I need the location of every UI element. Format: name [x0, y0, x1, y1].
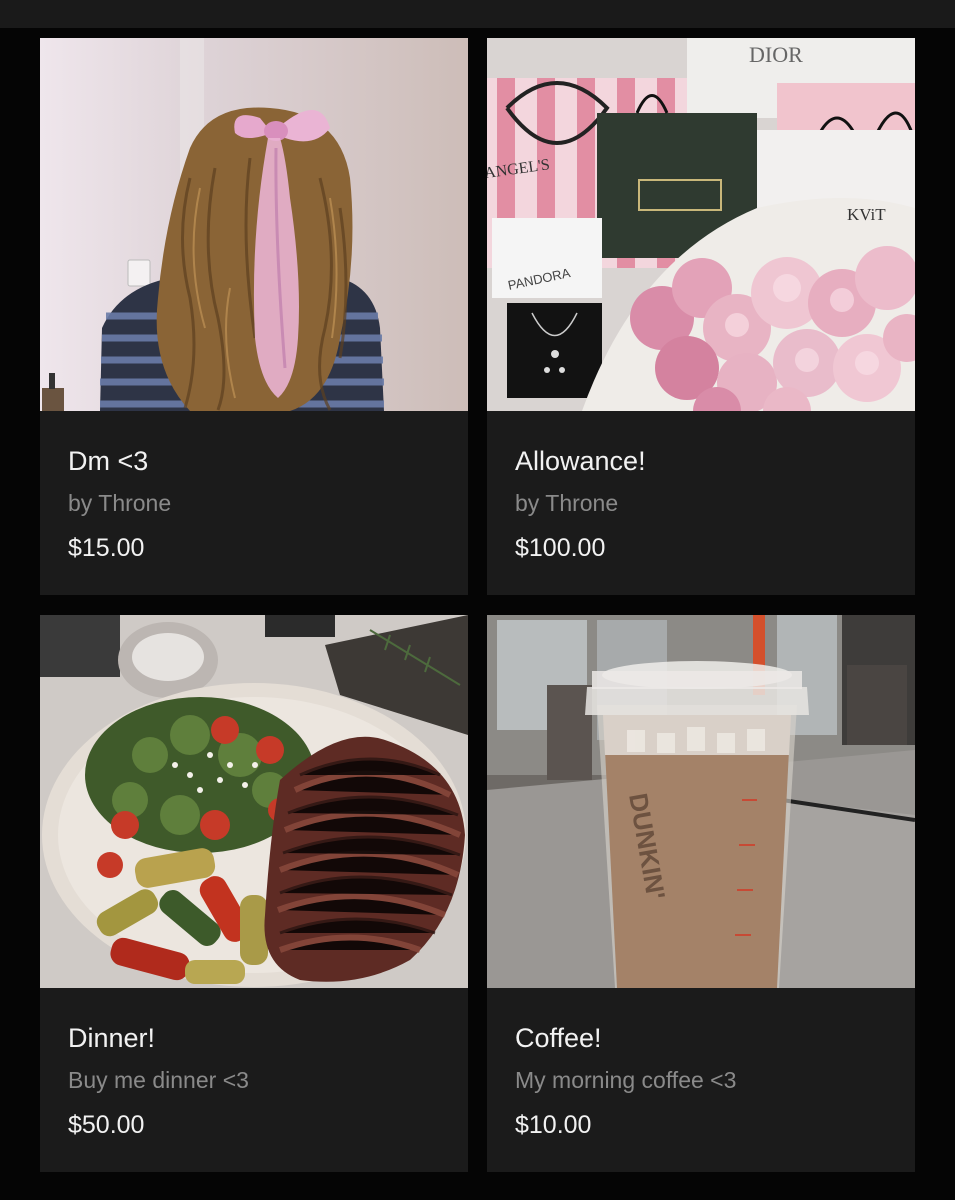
product-price: $100.00: [515, 534, 606, 562]
product-title: Dm <3: [68, 446, 149, 476]
top-bar: [0, 0, 955, 28]
product-subtitle: Buy me dinner <3: [68, 1067, 249, 1093]
product-info: Dinner! Buy me dinner <3 $50.00: [40, 988, 468, 1172]
product-price: $10.00: [515, 1111, 592, 1139]
product-price: $50.00: [68, 1111, 145, 1139]
product-card-coffee[interactable]: DUNKIN' Coffee! My morning coffee <3 $10…: [487, 615, 915, 1172]
product-title: Coffee!: [515, 1023, 602, 1053]
product-price: $15.00: [68, 534, 145, 562]
product-image-hair-bow: [40, 38, 468, 411]
product-card-allowance[interactable]: DIOR ANGEL'S PANDORA KViT Allowance! by …: [487, 38, 915, 595]
product-subtitle: by Throne: [68, 490, 172, 516]
product-image-shopping-bags: DIOR ANGEL'S PANDORA KViT: [487, 38, 915, 411]
kvit-label: KViT: [847, 205, 886, 224]
product-card-dm[interactable]: Dm <3 by Throne $15.00: [40, 38, 468, 595]
product-info: Allowance! by Throne $100.00: [487, 411, 915, 595]
product-card-dinner[interactable]: Dinner! Buy me dinner <3 $50.00: [40, 615, 468, 1172]
product-image-iced-coffee: DUNKIN': [487, 615, 915, 988]
product-title: Dinner!: [68, 1023, 156, 1053]
product-image-steak-dinner: [40, 615, 468, 988]
product-subtitle: My morning coffee <3: [515, 1067, 737, 1093]
product-info: Coffee! My morning coffee <3 $10.00: [487, 988, 915, 1172]
product-subtitle: by Throne: [515, 490, 619, 516]
dior-label: DIOR: [749, 42, 803, 67]
product-title: Allowance!: [515, 446, 646, 476]
product-info: Dm <3 by Throne $15.00: [40, 411, 468, 595]
